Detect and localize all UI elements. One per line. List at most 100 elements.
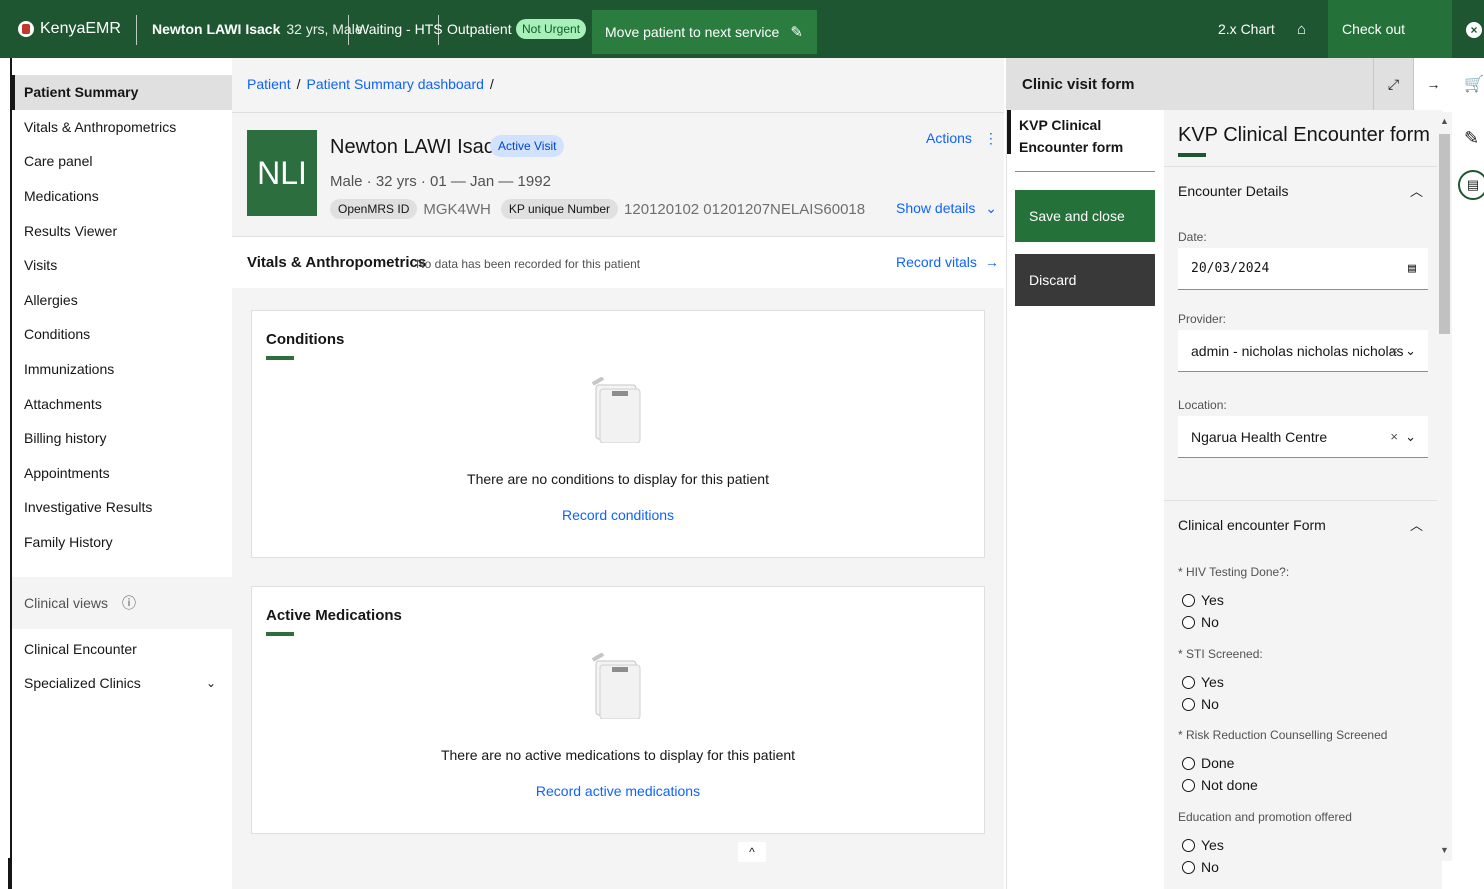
radio-circle — [1182, 778, 1195, 792]
divider — [232, 112, 1004, 113]
nav-item-immunizations[interactable]: Immunizations — [12, 352, 232, 387]
scroll-down-arrow-icon[interactable]: ▼ — [1440, 845, 1449, 855]
form-scrollbar[interactable]: ▲ ▼ — [1437, 112, 1452, 861]
nav-item-attachments[interactable]: Attachments — [12, 386, 232, 421]
radio-label: Yes — [1201, 837, 1224, 853]
save-and-close-button[interactable]: Save and close — [1015, 190, 1155, 242]
clinical-encounter-section-header[interactable]: Clinical encounter Form ︿ — [1164, 500, 1442, 550]
nav-item-allergies[interactable]: Allergies — [12, 283, 232, 318]
move-patient-button[interactable]: Move patient to next service ✎ — [592, 10, 817, 54]
radio-risk-done[interactable]: Done — [1182, 755, 1234, 771]
chevron-up-icon: ︿ — [1410, 184, 1424, 199]
radio-label: Not done — [1201, 777, 1258, 793]
calendar-icon[interactable]: ▤ — [1408, 261, 1416, 276]
nav-item-patient-summary[interactable]: Patient Summary — [12, 75, 232, 110]
nav-item-clinical-encounter[interactable]: Clinical Encounter — [12, 631, 232, 666]
maximize-icon[interactable]: ⤢ — [1373, 58, 1413, 110]
form-nav-item[interactable]: KVP Clinical Encounter form — [1007, 110, 1155, 155]
specialized-clinics-label: Specialized Clinics — [24, 675, 141, 692]
scroll-up-arrow-icon[interactable]: ▲ — [1440, 116, 1449, 126]
vitals-title: Vitals & Anthropometrics — [247, 254, 427, 271]
right-action-bar: 🛒 ✎ ▤ — [1452, 58, 1484, 889]
patient-identifiers: OpenMRS ID MGK4WH KP unique Number 12012… — [330, 199, 865, 219]
radio-hiv-no[interactable]: No — [1182, 614, 1219, 630]
chevron-down-icon: ⌄ — [1405, 428, 1416, 444]
vitals-header: Vitals & Anthropometrics No data has bee… — [232, 236, 1004, 288]
sti-screened-question: * STI Screened: — [1178, 647, 1263, 661]
scrollbar-thumb[interactable] — [1439, 134, 1450, 334]
nav-item-medications[interactable]: Medications — [12, 179, 232, 214]
radio-label: No — [1201, 696, 1219, 712]
main-content: Patient / Patient Summary dashboard / NLI N… — [232, 58, 1004, 889]
breadcrumb: Patient / Patient Summary dashboard / — [247, 76, 500, 92]
chart-link[interactable]: 2.x Chart — [1218, 0, 1275, 58]
divider — [438, 15, 439, 45]
left-navigation: Patient Summary Vitals & Anthropometrics… — [10, 58, 232, 889]
nav-item-investigative-results[interactable]: Investigative Results — [12, 490, 232, 525]
check-out-button[interactable]: Check out — [1328, 0, 1452, 58]
show-details-button[interactable]: Show details ⌄ — [896, 200, 997, 217]
location-select[interactable]: Ngarua Health Centre × ⌄ — [1178, 416, 1428, 458]
form-title: KVP Clinical Encounter form — [1178, 124, 1430, 146]
cart-icon[interactable]: 🛒 — [1464, 74, 1484, 94]
breadcrumb-separator: / — [489, 76, 494, 92]
radio-hiv-yes[interactable]: Yes — [1182, 592, 1224, 608]
clear-icon[interactable]: × — [1390, 429, 1398, 444]
nav-item-results-viewer[interactable]: Results Viewer — [12, 213, 232, 248]
nav-item-billing-history[interactable]: Billing history — [12, 421, 232, 456]
form-area: KVP Clinical Encounter form Encounter De… — [1164, 110, 1442, 889]
arrow-right-icon[interactable]: → — [1413, 58, 1453, 110]
section-title: Encounter Details — [1178, 183, 1289, 199]
actions-button[interactable]: Actions ⋮ — [926, 130, 998, 147]
record-vitals-link[interactable]: Record vitals → — [896, 254, 999, 270]
section-title: Clinical encounter Form — [1178, 517, 1326, 533]
conditions-card: Conditions There are no conditions to di… — [251, 310, 985, 558]
breadcrumb-patient[interactable]: Patient — [247, 76, 291, 92]
overflow-menu-icon: ⋮ — [983, 130, 998, 146]
nav-item-specialized-clinics[interactable]: Specialized Clinics ⌄ — [12, 666, 232, 701]
clear-icon[interactable]: × — [1390, 343, 1398, 358]
provider-label: Provider: — [1178, 312, 1227, 326]
record-conditions-link[interactable]: Record conditions — [252, 507, 984, 523]
radio-education-yes[interactable]: Yes — [1182, 837, 1224, 853]
radio-sti-no[interactable]: No — [1182, 696, 1219, 712]
close-icon[interactable]: × — [1466, 22, 1482, 38]
record-medications-link[interactable]: Record active medications — [252, 783, 984, 799]
nav-item-care-panel[interactable]: Care panel — [12, 144, 232, 179]
provider-select[interactable]: admin - nicholas nicholas nicholas × ⌄ — [1178, 330, 1428, 372]
radio-circle — [1182, 838, 1195, 852]
pen-icon[interactable]: ✎ — [1464, 128, 1479, 149]
encounter-details-section-header[interactable]: Encounter Details ︿ — [1164, 166, 1442, 216]
priority-badge-wrap: Not Urgent — [516, 0, 587, 58]
show-details-label: Show details — [896, 200, 976, 216]
patient-avatar: NLI — [247, 130, 317, 216]
actions-label: Actions — [926, 130, 972, 146]
nav-item-family-history[interactable]: Family History — [12, 525, 232, 560]
nav-item-vitals[interactable]: Vitals & Anthropometrics — [12, 110, 232, 145]
arrow-right-icon: → — [984, 254, 999, 270]
nav-item-conditions[interactable]: Conditions — [12, 317, 232, 352]
edit-pencil-icon: ✎ — [790, 24, 803, 41]
clinic-visit-form-panel: Clinic visit form ⤢ → KVP Clinical Encou… — [1006, 58, 1453, 889]
radio-sti-yes[interactable]: Yes — [1182, 674, 1224, 690]
nav-item-visits[interactable]: Visits — [12, 248, 232, 283]
kp-number-value: 120120102 01201207NELAIS60018 — [624, 200, 866, 218]
panel-title: Clinic visit form — [1022, 76, 1135, 93]
medications-title: Active Medications — [266, 607, 402, 624]
kenyaemr-logo[interactable]: KenyaEMR — [18, 0, 121, 58]
radio-education-no[interactable]: No — [1182, 859, 1219, 875]
breadcrumb-dashboard[interactable]: Patient Summary dashboard — [306, 76, 483, 92]
patient-name: Newton LAWI Isack — [152, 21, 281, 37]
record-vitals-label: Record vitals — [896, 254, 977, 270]
text-cursor — [8, 858, 10, 889]
nav-item-appointments[interactable]: Appointments — [12, 456, 232, 491]
info-icon[interactable]: ⓘ — [122, 593, 136, 613]
date-field[interactable]: 20/03/2024 ▤ — [1178, 248, 1428, 290]
radio-risk-not-done[interactable]: Not done — [1182, 777, 1258, 793]
document-icon[interactable]: ▤ — [1458, 170, 1484, 200]
discard-button[interactable]: Discard — [1015, 254, 1155, 306]
clinical-views-section: Clinical views ⓘ — [12, 577, 232, 630]
radio-label: Done — [1201, 755, 1235, 771]
home-icon[interactable]: ⌂ — [1297, 0, 1306, 58]
scroll-up-icon[interactable]: ^ — [738, 842, 766, 862]
